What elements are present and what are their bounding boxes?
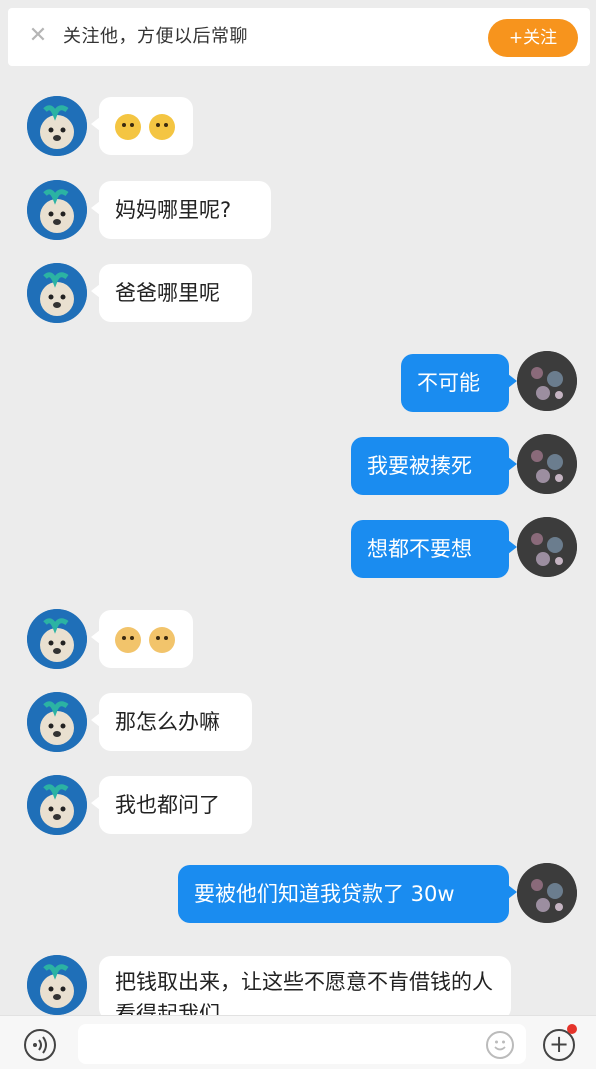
dog-avatar-icon — [27, 955, 87, 1015]
message-bubble[interactable] — [91, 610, 193, 668]
message-bubble[interactable]: 我也都问了 — [91, 776, 252, 834]
message-bubble[interactable]: 妈妈哪里呢? — [91, 181, 271, 239]
dog-avatar-icon — [27, 180, 87, 240]
dog-avatar-icon — [27, 96, 87, 156]
avatar[interactable] — [27, 263, 87, 323]
message-bubble[interactable]: 想都不要想 — [351, 520, 517, 578]
avatar[interactable] — [27, 775, 87, 835]
follow-banner: ✕ 关注他，方便以后常聊 +关注 — [8, 8, 590, 66]
avatar[interactable] — [27, 180, 87, 240]
message-bubble[interactable]: 要被他们知道我贷款了 30w — [178, 865, 517, 923]
cry-emoji-icon — [149, 114, 175, 140]
avatar[interactable] — [27, 692, 87, 752]
avatar[interactable] — [27, 955, 87, 1015]
smile-icon[interactable] — [486, 1031, 514, 1059]
avatar[interactable] — [517, 517, 577, 577]
avatar[interactable] — [517, 863, 577, 923]
voice-icon[interactable] — [24, 1029, 56, 1061]
follow-button[interactable]: +关注 — [488, 19, 578, 57]
avatar[interactable] — [517, 351, 577, 411]
dog-avatar-icon — [27, 263, 87, 323]
avatar[interactable] — [517, 434, 577, 494]
avatar[interactable] — [27, 96, 87, 156]
user-avatar-icon — [517, 351, 577, 411]
avatar[interactable] — [27, 609, 87, 669]
user-avatar-icon — [517, 517, 577, 577]
message-input[interactable] — [78, 1024, 526, 1064]
dog-avatar-icon — [27, 692, 87, 752]
dog-emoji-icon — [115, 627, 141, 653]
message-bubble[interactable]: 把钱取出来，让这些不愿意不肯借钱的人看得起我们 — [99, 956, 511, 1020]
notification-dot — [567, 1024, 577, 1034]
follow-prompt-text: 关注他，方便以后常聊 — [63, 26, 248, 47]
input-bar: + — [0, 1015, 596, 1069]
message-bubble[interactable]: 不可能 — [401, 354, 517, 412]
message-bubble[interactable]: 爸爸哪里呢 — [91, 264, 252, 322]
close-icon[interactable]: ✕ — [26, 24, 50, 48]
dog-avatar-icon — [27, 609, 87, 669]
user-avatar-icon — [517, 863, 577, 923]
message-bubble[interactable] — [91, 97, 193, 155]
dog-emoji-icon — [149, 627, 175, 653]
user-avatar-icon — [517, 434, 577, 494]
message-bubble[interactable]: 那怎么办嘛 — [91, 693, 252, 751]
dog-avatar-icon — [27, 775, 87, 835]
cry-emoji-icon — [115, 114, 141, 140]
message-bubble[interactable]: 我要被揍死 — [351, 437, 517, 495]
